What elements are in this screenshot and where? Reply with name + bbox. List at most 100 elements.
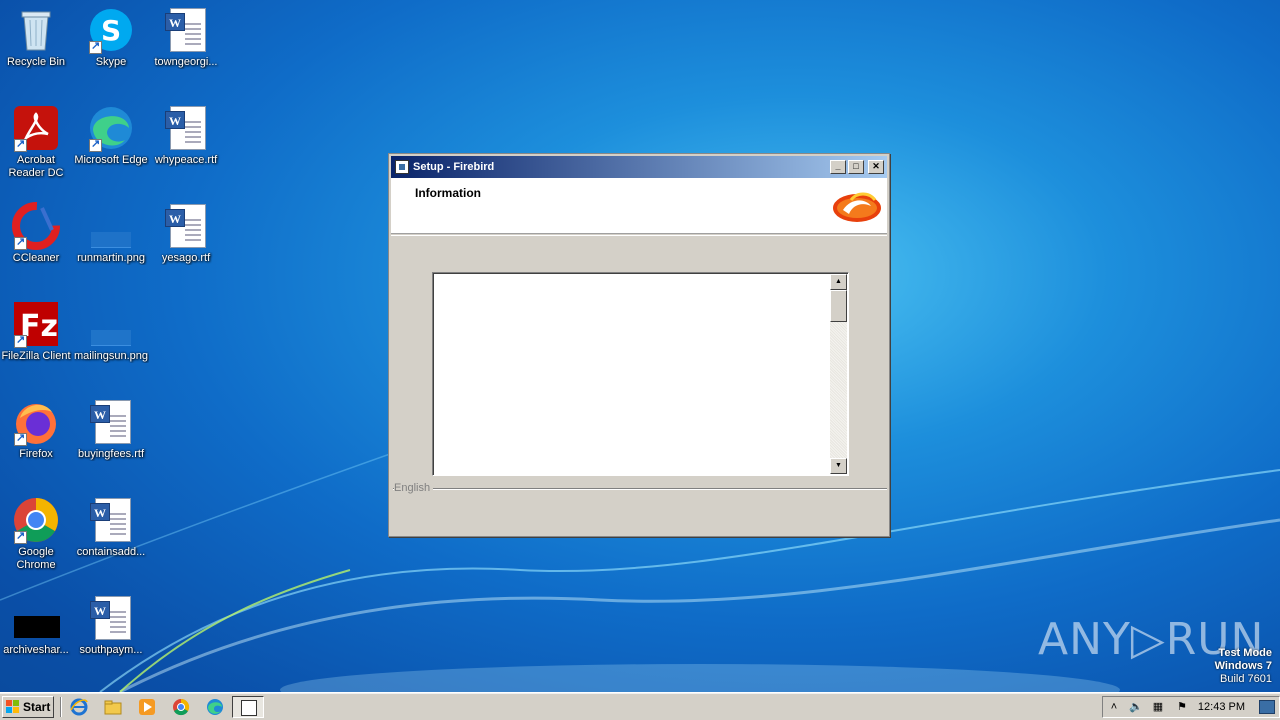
word-document-icon: W [87, 594, 135, 642]
desktop-icon-runmartin[interactable]: runmartin.png [73, 202, 149, 265]
desktop-icon-label: towngeorgi... [154, 56, 218, 68]
desktop-icon-southpaym[interactable]: W southpaym... [73, 594, 149, 657]
network-icon[interactable]: ▦ [1151, 700, 1165, 714]
window-title: Setup - Firebird [413, 161, 495, 173]
shortcut-arrow-icon [89, 137, 102, 152]
desktop-icon-label: buyingfees.rtf [77, 448, 145, 460]
page-title: Information [415, 186, 481, 200]
desktop-icon-towngeorgi[interactable]: W towngeorgi... [148, 6, 224, 69]
firefox-icon [12, 398, 60, 446]
show-hidden-icons-icon[interactable]: ˄ [1107, 700, 1121, 714]
desktop-icon-ccleaner[interactable]: CCleaner [0, 202, 74, 265]
language-bevel: English [393, 482, 887, 496]
maximize-button[interactable]: □ [848, 160, 864, 174]
desktop-icon-label: Acrobat Reader DC [8, 154, 64, 179]
skype-icon: S [87, 6, 135, 54]
language-label: English [394, 482, 434, 494]
edge-icon[interactable] [206, 698, 224, 716]
show-desktop-icon[interactable] [1259, 700, 1275, 714]
desktop-icon-yesago[interactable]: W yesago.rtf [148, 202, 224, 265]
action-center-flag-icon[interactable]: ⚑ [1175, 700, 1189, 714]
desktop-icon-label: Firefox [19, 448, 53, 460]
taskbar-separator [60, 697, 62, 717]
desktop-icon-chrome[interactable]: Google Chrome [0, 496, 74, 572]
word-document-icon: W [87, 398, 135, 446]
shortcut-arrow-icon [14, 333, 27, 348]
test-mode-watermark: Test Mode Windows 7 Build 7601 [1215, 647, 1272, 686]
edge-icon [87, 104, 135, 152]
window-titlebar[interactable]: Setup - Firebird _ □ ✕ [391, 156, 887, 178]
acrobat-icon [12, 104, 60, 152]
desktop-icon-firefox[interactable]: Firefox [0, 398, 74, 461]
minimize-button[interactable]: _ [830, 160, 846, 174]
shortcut-arrow-icon [14, 431, 27, 446]
svg-text:S: S [101, 14, 121, 47]
desktop-icon-mailingsun[interactable]: mailingsun.png [73, 300, 149, 363]
desktop-icon-label: runmartin.png [77, 252, 145, 264]
wizard-header: Information [391, 178, 887, 234]
word-document-icon: W [162, 104, 210, 152]
watermark-line: Windows 7 [1214, 660, 1272, 672]
desktop-icon-whypeace[interactable]: W whypeace.rtf [148, 104, 224, 167]
desktop-icon-label: Google Chrome [16, 546, 56, 571]
filezilla-icon: Fz [12, 300, 60, 348]
desktop-icon-buyingfees[interactable]: W buyingfees.rtf [73, 398, 149, 461]
desktop-icon-label: Microsoft Edge [74, 154, 148, 166]
recycle-bin-icon [12, 6, 60, 54]
information-memo[interactable]: ▲ ▼ [432, 272, 849, 476]
image-file-icon [87, 202, 135, 250]
scroll-thumb[interactable] [830, 290, 847, 322]
shortcut-arrow-icon [14, 529, 27, 544]
desktop-icon-label: FileZilla Client [1, 350, 71, 362]
desktop-icon-filezilla[interactable]: Fz FileZilla Client [0, 300, 74, 363]
chrome-icon[interactable] [172, 698, 190, 716]
start-label: Start [23, 700, 51, 714]
desktop-icon-label: yesago.rtf [161, 252, 211, 264]
shortcut-arrow-icon [14, 235, 27, 250]
header-separator [391, 235, 887, 236]
system-tray: ˄ 🔈 ▦ ⚑ 12:43 PM [1102, 696, 1280, 718]
bevel-line [393, 488, 887, 490]
setup-window: Setup - Firebird _ □ ✕ Information ▲ ▼ E… [388, 153, 890, 537]
file-thumbnail-icon [12, 594, 60, 642]
ccleaner-icon [12, 202, 60, 250]
media-player-icon[interactable] [138, 698, 156, 716]
desktop-icon-archiveshar[interactable]: archiveshar... [0, 594, 74, 657]
desktop-icon-recycle-bin[interactable]: Recycle Bin [0, 6, 74, 69]
close-button[interactable]: ✕ [868, 160, 884, 174]
watermark-line: Build 7601 [1220, 673, 1272, 685]
watermark-line: Test Mode [1218, 647, 1272, 659]
start-button[interactable]: Start [2, 696, 54, 718]
taskbar-clock[interactable]: 12:43 PM [1198, 701, 1245, 713]
desktop-icon-label: Skype [95, 56, 127, 68]
desktop: Recycle Bin Acrobat Reader DC CCleaner F… [0, 0, 1280, 692]
scroll-down-arrow-icon[interactable]: ▼ [830, 458, 847, 474]
desktop-icon-label: mailingsun.png [74, 350, 148, 362]
file-explorer-icon[interactable] [104, 698, 122, 716]
desktop-icon-label: whypeace.rtf [154, 154, 218, 166]
taskbar: Start ˄ 🔈 ▦ ⚑ 12:43 PM [0, 692, 1280, 720]
shortcut-arrow-icon [89, 39, 102, 54]
memo-scrollbar[interactable]: ▲ ▼ [830, 274, 847, 474]
desktop-icon-edge[interactable]: Microsoft Edge [73, 104, 149, 167]
shortcut-arrow-icon [14, 137, 27, 152]
volume-icon[interactable]: 🔈 [1129, 700, 1143, 714]
desktop-icon-containsadd[interactable]: W containsadd... [73, 496, 149, 559]
desktop-icon-skype[interactable]: S Skype [73, 6, 149, 69]
windows-logo-icon [6, 700, 20, 714]
internet-explorer-icon[interactable] [70, 698, 88, 716]
image-file-icon [87, 300, 135, 348]
word-document-icon: W [162, 6, 210, 54]
setup-app-icon [395, 160, 409, 174]
firebird-logo-icon [833, 192, 881, 222]
desktop-icon-label: containsadd... [76, 546, 146, 558]
desktop-icon-label: Recycle Bin [6, 56, 66, 68]
desktop-icon-label: southpaym... [79, 644, 143, 656]
desktop-icon-label: CCleaner [12, 252, 60, 264]
taskbar-item-setup-firebird[interactable] [232, 696, 264, 718]
chrome-icon [12, 496, 60, 544]
scroll-up-arrow-icon[interactable]: ▲ [830, 274, 847, 290]
word-document-icon: W [87, 496, 135, 544]
desktop-icon-label: archiveshar... [3, 644, 69, 656]
desktop-icon-acrobat[interactable]: Acrobat Reader DC [0, 104, 74, 180]
